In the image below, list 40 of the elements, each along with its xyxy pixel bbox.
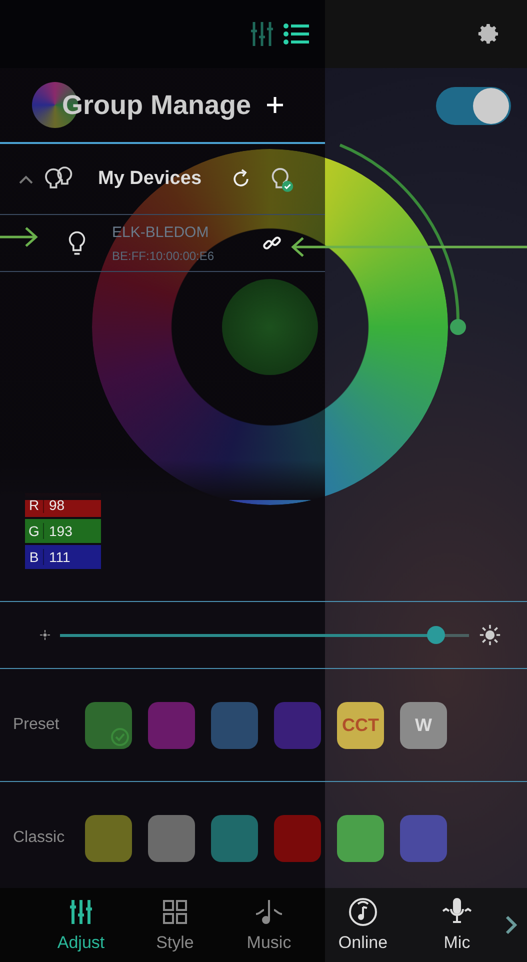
- music-circle-icon: [348, 897, 378, 927]
- nav-tab[interactable]: Style: [139, 897, 211, 953]
- rgb-value-field[interactable]: G 193: [25, 519, 101, 543]
- color-swatch[interactable]: [85, 814, 132, 862]
- color-swatch[interactable]: [211, 814, 258, 862]
- color-swatch[interactable]: [400, 814, 447, 862]
- color-swatch[interactable]: [148, 702, 195, 748]
- channel-value: 98: [48, 497, 65, 513]
- color-swatch[interactable]: [85, 702, 132, 748]
- dim-sun-icon: [40, 630, 50, 640]
- nav-tab[interactable]: Mic: [421, 897, 493, 953]
- channel-label: G: [25, 523, 44, 539]
- sun-icon: [479, 624, 501, 646]
- color-swatch[interactable]: [274, 702, 321, 748]
- rgb-value-field[interactable]: B 111: [25, 545, 101, 569]
- color-swatch[interactable]: [274, 814, 321, 862]
- drawer-title: Group Manage: [62, 90, 252, 120]
- caret-up-icon[interactable]: [18, 174, 34, 184]
- settings-icon[interactable]: [477, 22, 501, 46]
- section-label: Preset: [13, 716, 60, 734]
- add-icon[interactable]: [265, 95, 286, 115]
- power-toggle[interactable]: [436, 86, 511, 124]
- color-swatch[interactable]: [337, 814, 384, 862]
- color-swatch[interactable]: [148, 814, 195, 862]
- channel-value: 193: [48, 523, 72, 539]
- group-name[interactable]: My Devices: [98, 168, 220, 190]
- color-swatch[interactable]: [211, 702, 258, 748]
- channel-label: B: [25, 549, 44, 565]
- channel-value: 111: [48, 549, 70, 565]
- nav-tab[interactable]: Music: [233, 897, 305, 953]
- music-note-icon: [254, 897, 284, 927]
- bulb-icon: [68, 230, 86, 256]
- nav-tab[interactable]: Online: [327, 897, 399, 953]
- grid-icon: [160, 897, 190, 927]
- check-icon: [110, 726, 130, 746]
- section-label: Classic: [13, 829, 66, 847]
- annotation-arrow: [0, 225, 40, 249]
- bulb-check-icon[interactable]: [270, 165, 294, 193]
- nav-tab[interactable]: Adjust: [45, 897, 117, 953]
- chevron-right-icon[interactable]: [505, 915, 517, 935]
